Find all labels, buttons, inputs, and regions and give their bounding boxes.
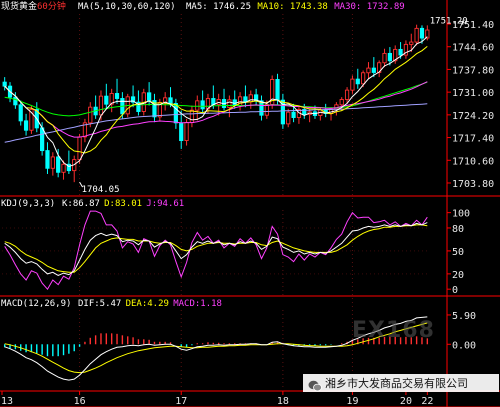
kdj-value: D:83.01 (104, 199, 142, 209)
time-label: 16 (74, 396, 86, 407)
macd-axis-label: 0.00 (452, 340, 476, 351)
candle-body (13, 96, 18, 106)
candle-body (371, 67, 376, 73)
price-title: 现货黄金 (1, 0, 37, 12)
wechat-icon (308, 377, 322, 392)
price-axis-label: 1703.80 (452, 179, 494, 190)
time-label: 19 (346, 396, 358, 407)
macd-axis-label: 5.90 (452, 311, 476, 322)
macd-value: MACD:1.18 (173, 299, 222, 309)
kdj-axis-label: 20 (452, 270, 464, 281)
candle-body (61, 163, 66, 173)
candle-body (339, 99, 344, 106)
candle-body (147, 92, 152, 101)
chart-stage: 13 16 17 18 19 20 22 1751.40 1744.60 1737.80 1731.… (0, 0, 500, 407)
ma-value: MA30: 1732.89 (334, 2, 404, 12)
candle-body (168, 97, 173, 104)
kdj-axis-label: 50 (452, 247, 464, 258)
kdj-axis-label: 100 (452, 209, 470, 220)
candle-body (184, 122, 189, 142)
candle-body (350, 78, 355, 91)
candle-body (189, 109, 195, 123)
candle-body (179, 122, 184, 142)
kdj-d-line (4, 224, 428, 273)
candle-body (104, 95, 109, 105)
kdj-axis-label: 80 (452, 224, 464, 235)
candle-body (243, 96, 248, 103)
price-axis-label: 1724.20 (452, 111, 494, 122)
price-axis-label: 1737.80 (452, 65, 494, 76)
candle-body (382, 52, 387, 64)
time-label: 22 (421, 396, 433, 407)
footer-company: 湘乡市大发商品交易有限公司 (325, 377, 468, 390)
time-label: 18 (277, 396, 289, 407)
macd-title: MACD(12,26,9) (1, 299, 71, 309)
time-label: 13 (1, 396, 13, 407)
low-annotation: 1704.05 (82, 185, 120, 195)
ma10-line (4, 46, 428, 154)
candle-body (56, 156, 61, 173)
candle-body (2, 81, 7, 87)
price-axis-label: 1710.60 (452, 156, 494, 167)
candle-body (414, 27, 419, 43)
ma-value: MA5: 1746.25 (186, 2, 251, 12)
price-axis-label: 1744.60 (452, 43, 494, 54)
price-axis-label: 1717.40 (452, 134, 494, 145)
candle-body (195, 100, 200, 111)
time-label: 20 (400, 396, 412, 407)
time-label: 17 (175, 396, 187, 407)
candle-body (50, 156, 55, 169)
footer-badge: 湘乡市大发商品交易有限公司 (303, 374, 499, 392)
candle-body (398, 48, 403, 56)
candle-body (366, 67, 371, 74)
kdj-axis-label: 0 (452, 285, 458, 296)
candle-body (23, 120, 29, 131)
candle-body (355, 78, 360, 85)
kdj-j-line (4, 210, 428, 291)
candle-body (264, 104, 269, 116)
candle-body (227, 99, 232, 108)
candle-body (18, 104, 23, 122)
kdj-value: K:86.87 (62, 199, 100, 209)
ma-value: MA10: 1743.38 (257, 2, 327, 12)
candle-body (98, 95, 104, 116)
chart-canvas: 13 16 17 18 19 20 221751.401744.601737.801731.… (0, 0, 500, 407)
candle-body (88, 106, 93, 124)
candle-body (200, 100, 205, 110)
candle-body (286, 111, 291, 125)
candle-body (344, 89, 350, 100)
candle-body (40, 127, 45, 152)
kdj-value: J:94.61 (146, 199, 184, 209)
candle-body (114, 93, 120, 99)
ma120-line (4, 103, 428, 143)
candle-body (361, 72, 366, 85)
macd-value: DIF:5.47 (78, 299, 121, 309)
watermark: EX168 (352, 318, 435, 343)
candle-body (291, 111, 296, 118)
kdj-k-line (4, 222, 428, 276)
ma-header: MA(5,10,30,60,120) (78, 2, 176, 12)
candle-body (45, 150, 50, 169)
candle-body (419, 27, 425, 39)
macd-value: DEA:4.29 (126, 299, 169, 309)
candle-body (275, 79, 280, 101)
candle-body (77, 136, 82, 161)
high-annotation: 1751.20 (430, 17, 468, 27)
candle-body (409, 41, 414, 45)
price-axis-label: 1731.00 (452, 88, 494, 99)
price-period: 60分钟 (37, 0, 66, 12)
ma5-line (4, 36, 428, 168)
candle-body (387, 52, 392, 62)
kdj-title: KDJ(9,3,3) (1, 199, 55, 209)
candle-body (173, 103, 178, 124)
